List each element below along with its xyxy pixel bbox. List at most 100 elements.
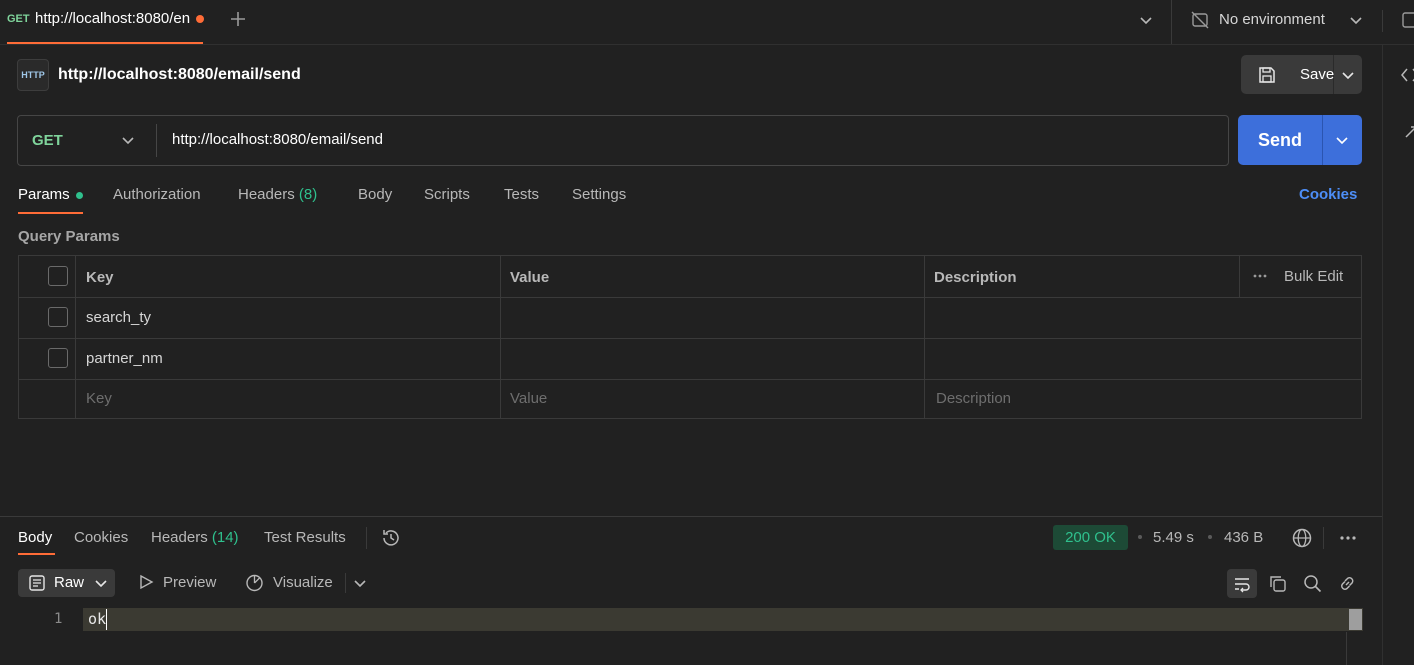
response-time[interactable]: 5.49 s xyxy=(1153,529,1194,546)
divider xyxy=(366,527,367,549)
more-options-icon[interactable] xyxy=(1338,529,1358,547)
text-cursor xyxy=(106,609,107,630)
history-icon[interactable] xyxy=(380,527,402,549)
method-label: GET xyxy=(32,132,63,149)
tab-scripts[interactable]: Scripts xyxy=(424,186,470,203)
tab-url-label: http://localhost:8080/en xyxy=(35,10,190,27)
tabs-dropdown-chevron-icon[interactable] xyxy=(1137,11,1155,29)
params-active-dot xyxy=(76,192,83,199)
environment-quick-look-icon[interactable] xyxy=(1400,10,1414,30)
active-tab-indicator xyxy=(18,212,83,214)
save-button-group: Save xyxy=(1241,55,1362,94)
response-headers-label: Headers xyxy=(151,529,208,546)
param-key[interactable]: search_ty xyxy=(86,309,151,326)
save-options-chevron-icon[interactable] xyxy=(1339,66,1357,84)
response-tab-test-results[interactable]: Test Results xyxy=(264,529,346,546)
tab-params[interactable]: Params xyxy=(18,186,70,203)
row-checkbox[interactable] xyxy=(48,348,68,368)
tab-body[interactable]: Body xyxy=(358,186,392,203)
save-button[interactable]: Save xyxy=(1241,55,1334,94)
tab-method-label: GET xyxy=(7,13,30,25)
column-header-key: Key xyxy=(86,269,114,286)
link-icon[interactable] xyxy=(1337,573,1358,594)
tab-settings[interactable]: Settings xyxy=(572,186,626,203)
environment-label: No environment xyxy=(1219,11,1325,28)
search-icon[interactable] xyxy=(1302,573,1323,594)
code-icon[interactable] xyxy=(1400,66,1414,84)
visualize-button[interactable]: Visualize xyxy=(273,574,333,591)
response-tab-body[interactable]: Body xyxy=(18,529,52,546)
cookies-link[interactable]: Cookies xyxy=(1299,186,1357,203)
query-params-heading: Query Params xyxy=(18,228,120,245)
new-tab-plus-icon[interactable] xyxy=(228,9,248,29)
url-bar: GET http://localhost:8080/email/send xyxy=(17,115,1229,166)
headers-count: (8) xyxy=(298,186,318,203)
divider xyxy=(1382,10,1383,32)
separator-dot xyxy=(1208,535,1212,539)
tab-tests[interactable]: Tests xyxy=(504,186,539,203)
tab-headers-label: Headers xyxy=(238,186,295,203)
divider xyxy=(156,124,157,157)
send-button-group: Send xyxy=(1238,115,1362,165)
wrap-lines-icon xyxy=(1232,574,1252,594)
bulk-edit-button[interactable]: Bulk Edit xyxy=(1284,268,1343,285)
divider xyxy=(1323,527,1324,549)
document-icon xyxy=(28,574,46,592)
value-input-placeholder[interactable]: Value xyxy=(510,390,547,407)
send-options-chevron-icon[interactable] xyxy=(1333,131,1351,149)
separator-dot xyxy=(1138,535,1142,539)
row-checkbox[interactable] xyxy=(48,307,68,327)
preview-button[interactable]: Preview xyxy=(163,574,216,591)
more-options-icon[interactable] xyxy=(1251,267,1269,285)
visualize-options-chevron-icon[interactable] xyxy=(352,575,368,591)
response-tab-cookies[interactable]: Cookies xyxy=(74,529,128,546)
chevron-down-icon xyxy=(93,575,109,591)
right-sidebar-rail xyxy=(1382,44,1414,665)
request-title[interactable]: http://localhost:8080/email/send xyxy=(58,66,301,84)
param-key[interactable]: partner_nm xyxy=(86,350,163,367)
send-button[interactable]: Send xyxy=(1238,115,1323,165)
status-badge[interactable]: 200 OK xyxy=(1053,525,1128,550)
query-params-table: Key Value Description Bulk Edit search_t… xyxy=(18,255,1362,419)
response-divider[interactable] xyxy=(0,516,1382,517)
tab-headers[interactable]: Headers (8) xyxy=(238,186,317,203)
response-body-text[interactable]: ok xyxy=(88,610,106,628)
column-header-description: Description xyxy=(934,269,1017,286)
select-all-checkbox[interactable] xyxy=(48,266,68,286)
response-headers-count: (14) xyxy=(211,529,239,546)
request-tab[interactable]: GET http://localhost:8080/en xyxy=(0,0,204,44)
active-line-highlight xyxy=(83,608,1363,631)
save-button-label: Save xyxy=(1300,66,1335,83)
environment-selector[interactable]: No environment xyxy=(1190,0,1370,44)
save-icon xyxy=(1257,65,1277,85)
globe-icon[interactable] xyxy=(1291,527,1313,549)
column-divider xyxy=(1239,256,1240,297)
visualize-icon[interactable] xyxy=(244,572,265,593)
response-size[interactable]: 436 B xyxy=(1224,529,1263,546)
url-input[interactable]: http://localhost:8080/email/send xyxy=(172,131,383,148)
copy-icon[interactable] xyxy=(1267,573,1288,594)
unsaved-changes-dot xyxy=(196,15,204,23)
line-number: 1 xyxy=(54,611,63,627)
editor-scrollbar-track xyxy=(1346,632,1347,665)
format-selector-raw[interactable]: Raw xyxy=(18,569,115,597)
tab-authorization[interactable]: Authorization xyxy=(113,186,201,203)
editor-scrollbar-thumb[interactable] xyxy=(1349,609,1362,630)
play-preview-icon[interactable] xyxy=(137,573,155,591)
table-row: partner_nm xyxy=(19,339,1361,379)
table-row: search_ty xyxy=(19,298,1361,338)
top-tab-bar: GET http://localhost:8080/en No environm… xyxy=(0,0,1414,45)
description-input-placeholder[interactable]: Description xyxy=(936,390,1011,407)
divider xyxy=(345,573,346,593)
key-input-placeholder[interactable]: Key xyxy=(86,390,112,407)
related-collections-icon[interactable] xyxy=(1403,124,1414,142)
divider xyxy=(1171,0,1172,44)
column-header-value: Value xyxy=(510,269,550,286)
chevron-down-icon xyxy=(119,131,137,149)
wrap-lines-button[interactable] xyxy=(1227,569,1257,598)
active-tab-indicator xyxy=(7,42,203,44)
chevron-down-icon xyxy=(1347,11,1365,29)
method-selector[interactable]: GET xyxy=(18,116,156,165)
response-tab-headers[interactable]: Headers (14) xyxy=(151,529,239,546)
new-param-row: Key Value Description xyxy=(19,380,1361,418)
